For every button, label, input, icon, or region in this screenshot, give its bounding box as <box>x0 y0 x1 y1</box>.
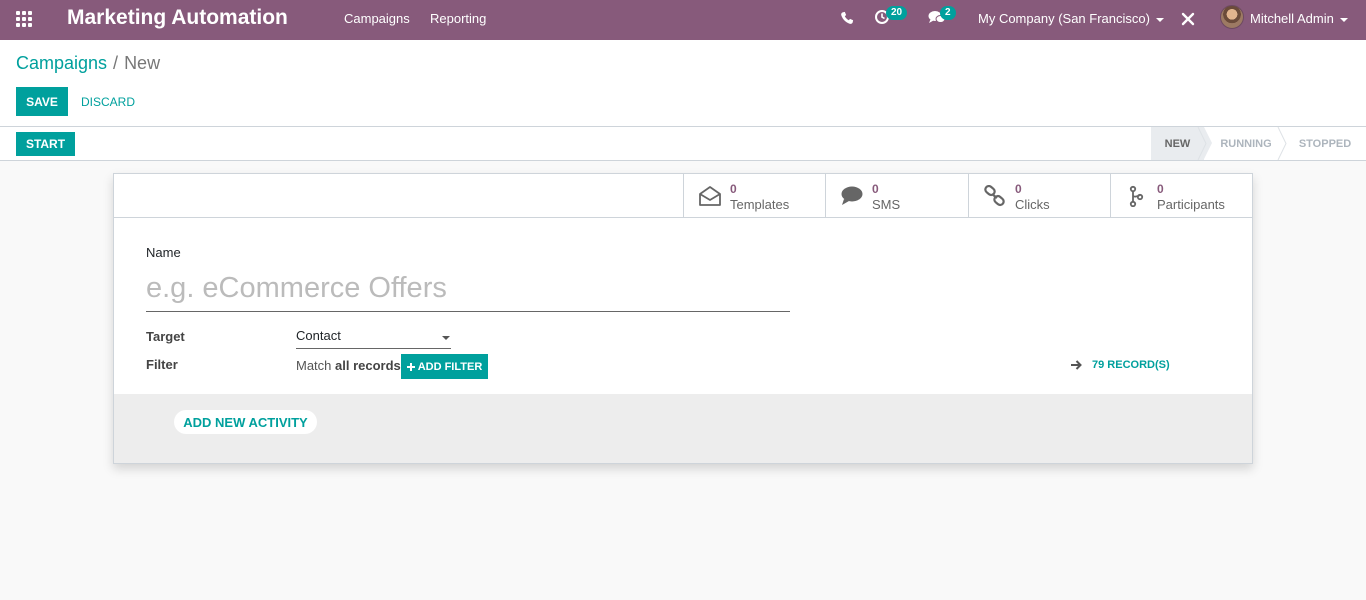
chevron-down-icon <box>442 336 450 340</box>
participants-stat-button[interactable]: 0 Participants <box>1110 174 1252 217</box>
activity-count-badge: 20 <box>886 6 908 20</box>
start-button[interactable]: START <box>16 132 75 156</box>
records-link[interactable]: 79 RECORD(S) <box>1071 359 1170 371</box>
apps-menu-icon[interactable] <box>16 11 34 29</box>
smart-button-box: 0 Templates 0 SMS 0 Clicks 0 Participant… <box>114 174 1252 218</box>
target-label: Target <box>146 329 185 344</box>
envelope-open-icon <box>699 186 721 206</box>
clicks-label: Clicks <box>1015 197 1050 212</box>
company-name: My Company (San Francisco) <box>978 11 1150 26</box>
add-new-activity-button[interactable]: ADD NEW ACTIVITY <box>174 410 317 434</box>
user-menu[interactable]: Mitchell Admin <box>1250 11 1348 26</box>
menu-campaigns[interactable]: Campaigns <box>344 11 410 26</box>
app-title[interactable]: Marketing Automation <box>67 6 288 30</box>
sms-stat-button[interactable]: 0 SMS <box>825 174 968 217</box>
menu-reporting[interactable]: Reporting <box>430 11 486 26</box>
templates-label: Templates <box>730 197 790 212</box>
control-panel: Campaigns / New SAVE DISCARD <box>0 40 1366 127</box>
user-avatar[interactable] <box>1220 5 1244 29</box>
filter-label: Filter <box>146 357 178 372</box>
clicks-stat-button[interactable]: 0 Clicks <box>968 174 1111 217</box>
comment-icon <box>841 186 863 205</box>
templates-count: 0 <box>730 182 737 196</box>
records-count: 79 RECORD(S) <box>1092 359 1170 371</box>
chevron-down-icon <box>1339 17 1348 22</box>
activity-area: ADD NEW ACTIVITY <box>114 394 1252 463</box>
campaign-name-input[interactable] <box>146 266 790 312</box>
filter-scope: all records <box>335 358 401 373</box>
clicks-count: 0 <box>1015 182 1022 196</box>
breadcrumb-campaigns[interactable]: Campaigns <box>16 53 107 73</box>
name-label: Name <box>146 245 181 260</box>
breadcrumb-separator: / <box>113 53 119 73</box>
stage-stopped[interactable]: STOPPED <box>1290 127 1360 160</box>
form-statusbar: START NEW RUNNING STOPPED <box>0 127 1366 161</box>
user-name: Mitchell Admin <box>1250 11 1334 26</box>
target-select[interactable]: Contact <box>296 328 451 349</box>
debug-tools-icon[interactable] <box>1181 12 1195 29</box>
filter-description: Match all records <box>296 358 401 373</box>
stage-divider <box>1197 127 1207 160</box>
phone-icon[interactable] <box>840 11 854 28</box>
target-value: Contact <box>296 328 341 343</box>
breadcrumb: Campaigns / New <box>16 53 160 74</box>
top-navbar: Marketing Automation Campaigns Reporting… <box>0 0 1366 40</box>
participants-label: Participants <box>1157 197 1225 212</box>
filter-prefix: Match <box>296 358 332 373</box>
discard-button[interactable]: DISCARD <box>81 95 135 109</box>
form-sheet: 0 Templates 0 SMS 0 Clicks 0 Participant… <box>113 173 1253 464</box>
breadcrumb-current: New <box>124 53 161 73</box>
add-filter-label: ADD FILTER <box>417 360 483 373</box>
arrow-right-icon <box>1071 360 1082 370</box>
message-count-badge: 2 <box>940 6 956 20</box>
code-fork-icon <box>1129 185 1144 207</box>
stage-divider <box>1277 127 1287 160</box>
save-button[interactable]: SAVE <box>16 87 68 116</box>
add-filter-button[interactable]: ADD FILTER <box>401 354 488 379</box>
link-icon <box>984 185 1005 207</box>
participants-count: 0 <box>1157 182 1164 196</box>
templates-stat-button[interactable]: 0 Templates <box>683 174 826 217</box>
stage-running[interactable]: RUNNING <box>1214 127 1278 160</box>
company-switcher[interactable]: My Company (San Francisco) <box>978 11 1164 26</box>
chevron-down-icon <box>1155 17 1164 22</box>
sms-count: 0 <box>872 182 879 196</box>
plus-icon <box>406 362 415 371</box>
sms-label: SMS <box>872 197 901 212</box>
